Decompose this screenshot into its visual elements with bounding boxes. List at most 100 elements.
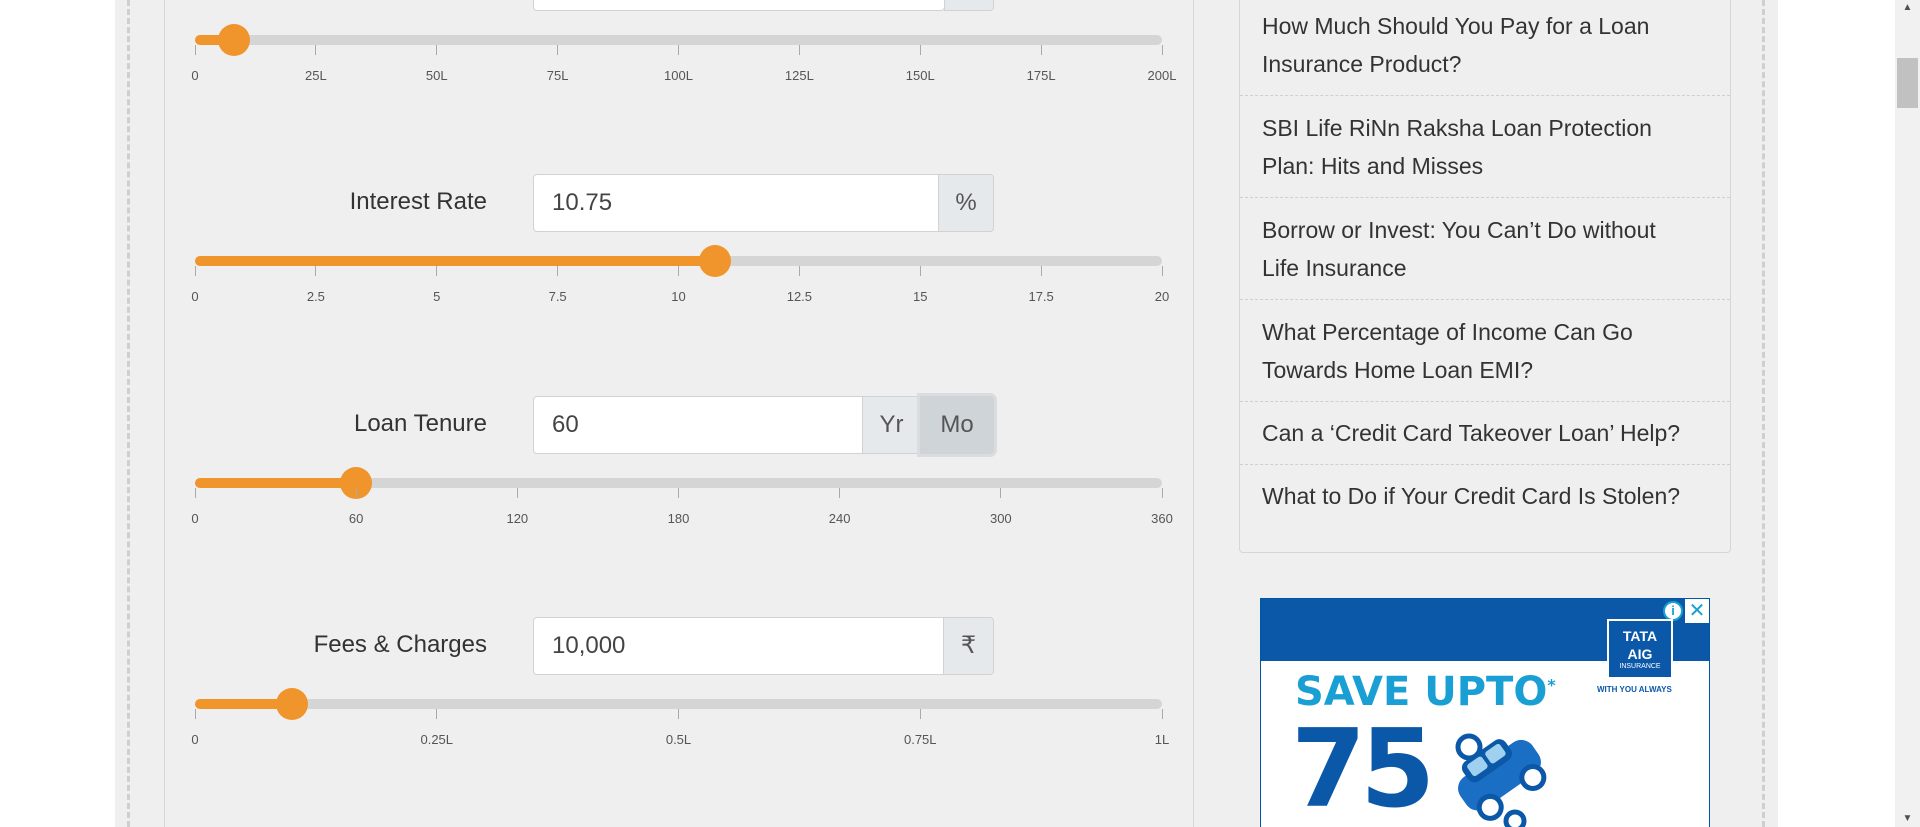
scale-tick <box>436 709 438 719</box>
advertisement-banner[interactable]: i ✕ TATA AIG INSURANCE WITH YOU ALWAYS S… <box>1260 598 1710 827</box>
scale-tick <box>839 488 841 498</box>
loan-tenure-label: Loan Tenure <box>353 410 487 437</box>
fees-charges-label: Fees & Charges <box>313 631 487 658</box>
scale-tick <box>798 266 800 276</box>
scale-tick-label: 175L <box>1026 68 1056 83</box>
fees-charges-slider[interactable] <box>195 688 1162 720</box>
scale-tick-label: 100L <box>664 68 693 83</box>
scale-tick-label: 10 <box>671 289 686 304</box>
scale-tick <box>436 45 438 55</box>
loan-amount-slider[interactable] <box>195 24 1162 56</box>
loan-amount-input[interactable] <box>533 0 945 11</box>
loan-amount-unit <box>944 0 994 11</box>
scale-tick-label: 150L <box>905 68 935 83</box>
scale-tick <box>557 266 559 276</box>
scale-tick <box>194 709 196 719</box>
ad-tagline: WITH YOU ALWAYS <box>1597 685 1672 694</box>
article-link[interactable]: SBI Life RiNn Raksha Loan Protection Pla… <box>1240 109 1730 185</box>
left-dashed-border <box>127 0 130 827</box>
scale-tick <box>436 266 438 276</box>
fees-charges-slider-thumb[interactable] <box>275 688 308 720</box>
tata-aig-logo: TATA AIG INSURANCE <box>1607 619 1673 679</box>
scale-tick-label: 120 <box>506 511 529 526</box>
scale-tick-label: 360 <box>1151 511 1173 526</box>
scale-tick-label: 180 <box>667 511 690 526</box>
scale-tick <box>919 266 921 276</box>
scale-tick-label: 0 <box>191 732 199 747</box>
scale-tick-label: 75L <box>546 68 569 83</box>
article-divider <box>1240 464 1730 465</box>
scale-tick <box>798 45 800 55</box>
scroll-up-arrow[interactable]: ▲ <box>1897 0 1918 16</box>
scale-tick <box>1040 266 1042 276</box>
scale-tick-label: 60 <box>348 511 364 526</box>
loan-tenure-slider[interactable] <box>195 467 1162 499</box>
scale-tick <box>1161 709 1163 719</box>
scale-tick-label: 5 <box>433 289 441 304</box>
page-scrollbar[interactable] <box>1895 0 1920 827</box>
interest-rate-input[interactable]: 10.75 <box>533 174 939 232</box>
scale-tick <box>919 45 921 55</box>
ad-discount-number: 75 <box>1291 707 1435 827</box>
tenure-month-toggle[interactable]: Mo <box>920 396 994 454</box>
scale-tick-label: 240 <box>828 511 851 526</box>
rupee-unit: ₹ <box>943 617 994 675</box>
scale-tick <box>678 709 679 719</box>
scale-tick <box>315 266 317 276</box>
percent-unit: % <box>938 174 994 232</box>
scale-tick-label: 17.5 <box>1028 289 1054 304</box>
scale-tick <box>516 488 518 498</box>
article-link[interactable]: What Percentage of Income Can Go Towards… <box>1240 313 1730 389</box>
scale-tick <box>355 488 357 498</box>
interest-rate-slider-fill <box>195 256 715 266</box>
scale-tick <box>194 488 196 498</box>
scale-tick-label: 0 <box>191 511 199 526</box>
article-divider <box>1240 299 1730 300</box>
loan-amount-slider-thumb[interactable] <box>217 24 250 56</box>
article-link[interactable]: Can a ‘Credit Card Takeover Loan’ Help? <box>1240 414 1730 452</box>
ad-info-icon[interactable]: i <box>1663 601 1683 621</box>
scale-tick <box>678 488 679 498</box>
scale-tick <box>315 45 317 55</box>
scale-tick-label: 200L <box>1147 68 1177 83</box>
scale-tick-label: 15 <box>913 289 928 304</box>
interest-rate-label: Interest Rate <box>349 188 487 215</box>
scale-tick <box>919 709 921 719</box>
article-link[interactable]: What to Do if Your Credit Card Is Stolen… <box>1240 477 1730 515</box>
scale-tick <box>678 266 679 276</box>
scale-tick-label: 2.5 <box>306 289 325 304</box>
scale-tick-label: 0 <box>191 289 199 304</box>
scale-tick-label: 0.5L <box>665 732 692 747</box>
car-icon <box>1455 733 1547 827</box>
scale-tick <box>1161 266 1163 276</box>
right-dashed-border <box>1762 0 1765 827</box>
ad-close-icon[interactable]: ✕ <box>1685 599 1709 623</box>
tenure-year-toggle[interactable]: Yr <box>862 396 921 454</box>
interest-rate-slider-thumb[interactable] <box>698 245 731 277</box>
scale-tick-label: 0 <box>191 68 199 83</box>
scale-tick-label: 7.5 <box>548 289 567 304</box>
scale-tick-label: 12.5 <box>786 289 813 304</box>
scrollbar-thumb[interactable] <box>1897 58 1918 108</box>
scale-tick-label: 50L <box>425 68 448 83</box>
scroll-down-arrow[interactable]: ▼ <box>1897 811 1918 827</box>
scale-tick <box>557 45 559 55</box>
scale-tick-label: 300 <box>989 511 1012 526</box>
article-link[interactable]: Borrow or Invest: You Can’t Do without L… <box>1240 211 1730 287</box>
fees-charges-input[interactable]: 10,000 <box>533 617 944 675</box>
scale-tick <box>1000 488 1002 498</box>
scale-tick <box>1040 45 1042 55</box>
loan-tenure-input[interactable]: 60 <box>533 396 863 454</box>
scale-tick-label: 1L <box>1154 732 1170 747</box>
interest-rate-slider[interactable] <box>195 245 1162 277</box>
scale-tick-label: 20 <box>1154 289 1170 304</box>
scale-tick <box>678 45 679 55</box>
scale-tick <box>1161 488 1163 498</box>
scale-tick <box>1161 45 1163 55</box>
scale-tick-label: 0.25L <box>420 732 454 747</box>
scale-tick <box>194 45 196 55</box>
article-divider <box>1240 197 1730 198</box>
article-link[interactable]: How Much Should You Pay for a Loan Insur… <box>1240 7 1730 83</box>
article-divider <box>1240 95 1730 96</box>
loan-tenure-slider-fill <box>195 478 357 488</box>
